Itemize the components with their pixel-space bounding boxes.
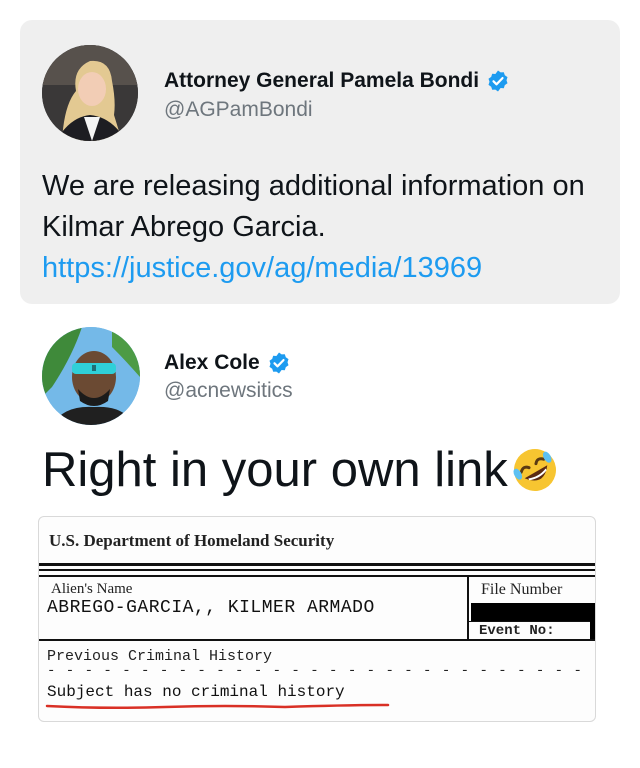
event-number-label: Event No: <box>479 623 555 639</box>
avatar[interactable] <box>42 327 140 425</box>
tweet-text: Right in your own link <box>42 440 560 500</box>
verified-badge-icon <box>267 351 291 375</box>
criminal-history-statement: Subject has no criminal history <box>47 683 345 701</box>
document-divider <box>469 621 595 622</box>
quoted-tweet-text: We are releasing additional information … <box>42 166 612 289</box>
avatar-image <box>42 45 138 141</box>
file-number-label: File Number <box>481 581 563 598</box>
document-image[interactable]: U.S. Department of Homeland Security Ali… <box>38 516 596 722</box>
avatar-image <box>42 327 140 425</box>
author-handle[interactable]: @acnewsitics <box>164 379 293 403</box>
media-link[interactable]: https://justice.gov/ag/media/13969 <box>42 248 612 289</box>
document-rule <box>39 569 595 571</box>
dashed-separator: - - - - - - - - - - - - - - - - - - - - … <box>47 663 583 679</box>
alien-name-value: ABREGO-GARCIA,, KILMER ARMADO <box>47 598 375 618</box>
file-number-redaction <box>471 603 595 621</box>
verified-badge-icon <box>486 69 510 93</box>
author-name-row: Alex Cole <box>164 351 291 375</box>
quoted-tweet-body: We are releasing additional information … <box>42 170 585 243</box>
red-underline-annotation <box>45 703 390 710</box>
event-number-redaction <box>590 621 595 639</box>
author-name-row: Attorney General Pamela Bondi <box>164 69 510 93</box>
document-rule <box>39 563 595 566</box>
tweet-body: Right in your own link <box>42 443 508 497</box>
author-display-name[interactable]: Attorney General Pamela Bondi <box>164 69 479 93</box>
quoted-tweet-card[interactable]: Attorney General Pamela Bondi @AGPamBond… <box>20 20 620 304</box>
alien-name-label: Alien's Name <box>51 581 133 597</box>
rolling-laughing-emoji-icon <box>510 445 560 495</box>
document-divider <box>467 575 469 641</box>
author-handle[interactable]: @AGPamBondi <box>164 98 313 122</box>
avatar[interactable] <box>42 45 138 141</box>
document-agency-header: U.S. Department of Homeland Security <box>49 531 335 550</box>
author-display-name[interactable]: Alex Cole <box>164 351 260 375</box>
